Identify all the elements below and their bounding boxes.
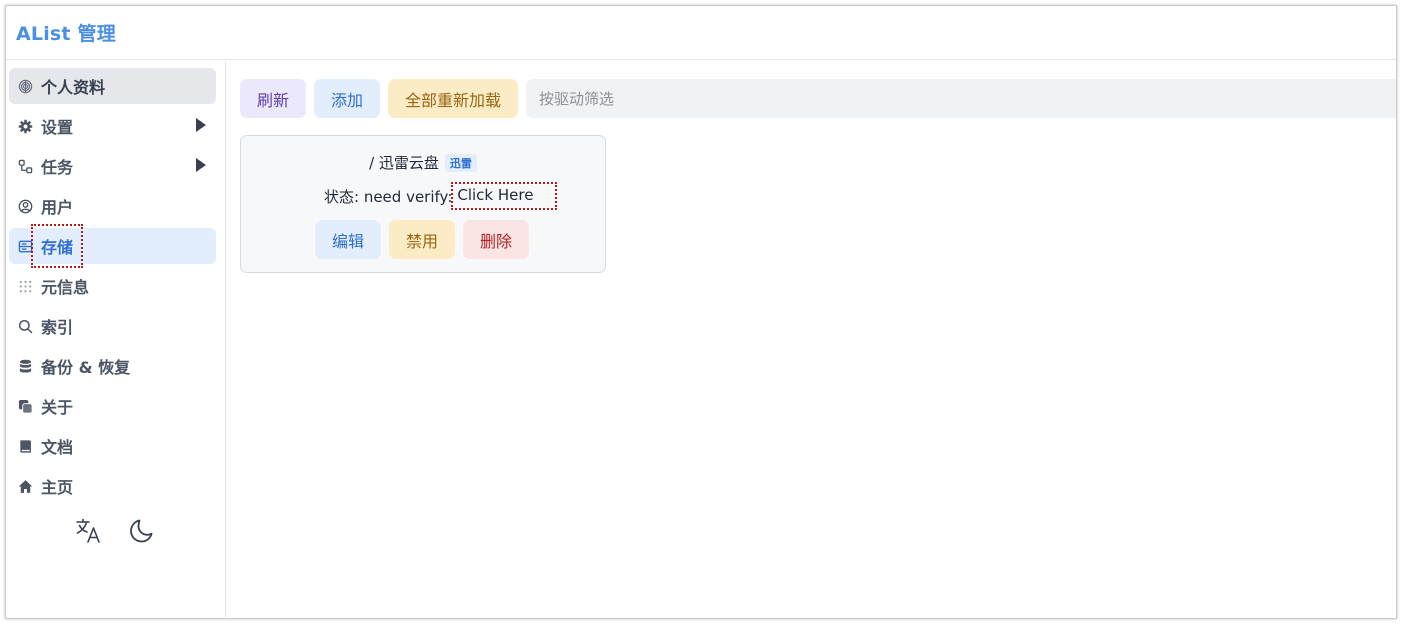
copy-icon [17,398,33,414]
refresh-button[interactable]: 刷新 [240,79,306,118]
fingerprint-icon [17,78,33,94]
storage-icon [17,238,33,254]
sidebar-item-backup-restore[interactable]: 备份 & 恢复 [9,348,216,384]
sidebar-item-label: 用户 [41,198,74,217]
sidebar-item-about[interactable]: 关于 [9,388,216,424]
sidebar-item-profile[interactable]: 个人资料 [9,68,216,104]
storage-card: / 迅雷云盘 迅雷 状态: need verify: Click Here 编辑 禁… [240,135,606,273]
verify-link[interactable]: Click Here [451,182,558,210]
home-icon [17,478,33,494]
sidebar-item-label: 设置 [41,118,74,137]
delete-storage-button[interactable]: 删除 [463,220,529,259]
sidebar-item-label: 主页 [41,478,74,497]
storage-status-label: 状态: need verify: [324,187,453,206]
storage-mount-path: / 迅雷云盘 [369,154,439,172]
add-storage-button[interactable]: 添加 [314,79,380,118]
sidebar-tools [74,516,156,546]
sidebar-item-users[interactable]: 用户 [9,188,216,224]
disable-storage-button[interactable]: 禁用 [389,220,455,259]
search-icon [17,318,33,334]
sidebar-item-label: 备份 & 恢复 [41,358,131,377]
sidebar-item-index[interactable]: 索引 [9,308,216,344]
gear-icon [17,118,33,134]
user-circle-icon [17,198,33,214]
app-window: AList 管理 个人资料 设置 任务 用户 存储 元信息 索引 备份 & 恢复… [5,5,1397,619]
sidebar-item-label: 元信息 [41,278,90,297]
main-content: 刷新 添加 全部重新加载 / 迅雷云盘迅雷 状态: need verify:Cl… [227,61,1396,618]
reload-all-button[interactable]: 全部重新加载 [388,79,518,118]
workflow-icon [17,158,33,174]
sidebar-item-docs[interactable]: 文档 [9,428,216,464]
caret-right-icon[interactable] [196,118,206,132]
sidebar-item-tasks[interactable]: 任务 [9,148,216,184]
sidebar: 个人资料 设置 任务 用户 存储 元信息 索引 备份 & 恢复 关于 文档 主页 [6,61,226,618]
edit-storage-button[interactable]: 编辑 [315,220,381,259]
driver-filter-input[interactable] [526,79,1396,118]
book-icon [17,438,33,454]
sidebar-item-settings[interactable]: 设置 [9,108,216,144]
caret-right-icon[interactable] [196,158,206,172]
sidebar-item-label: 任务 [41,158,74,177]
grid-dots-icon [17,278,33,294]
storage-status: 状态: need verify: Click Here [324,182,558,210]
translate-icon[interactable] [74,516,104,546]
moon-icon[interactable] [126,516,156,546]
sidebar-item-label: 索引 [41,318,74,337]
storage-card-title: / 迅雷云盘 迅雷 [241,152,605,173]
app-title[interactable]: AList 管理 [16,19,116,46]
top-bar: AList 管理 [6,6,1396,60]
sidebar-item-label: 个人资料 [41,78,106,97]
sidebar-item-label: 存储 [30,224,84,268]
sidebar-item-label: 关于 [41,398,74,417]
sidebar-item-home[interactable]: 主页 [9,468,216,504]
sidebar-item-storage[interactable]: 存储 [9,224,216,268]
driver-badge: 迅雷 [444,154,477,172]
database-icon [17,358,33,374]
sidebar-item-label: 文档 [41,438,74,457]
sidebar-item-meta[interactable]: 元信息 [9,268,216,304]
